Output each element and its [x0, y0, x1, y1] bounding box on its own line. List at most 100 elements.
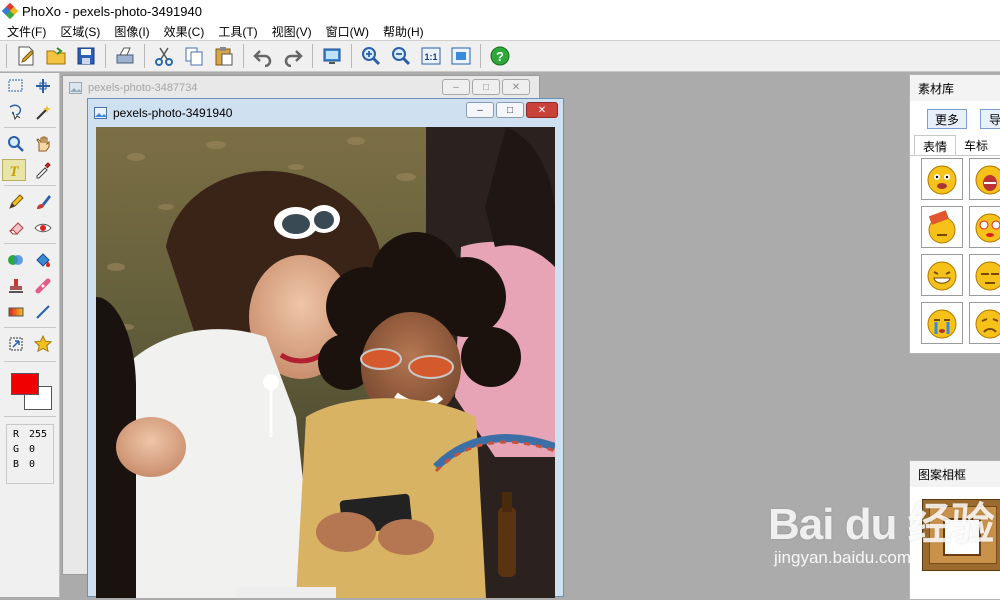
tab-divider — [910, 155, 1000, 156]
zoom-tool-icon[interactable] — [4, 133, 28, 155]
line-tool-icon[interactable] — [31, 301, 55, 323]
new-file-icon[interactable] — [13, 43, 39, 69]
sleepy-emoticon-icon[interactable] — [969, 254, 1000, 296]
panel-title: 素材库 — [910, 75, 1000, 101]
transform-icon[interactable] — [4, 333, 28, 355]
svg-text:?: ? — [496, 49, 504, 64]
menu-window[interactable]: 窗口(W) — [319, 23, 376, 40]
photo-image — [96, 127, 555, 598]
title-bar: PhoXo - pexels-photo-3491940 — [0, 0, 1000, 22]
menu-effect[interactable]: 效果(C) — [157, 23, 212, 40]
heal-icon[interactable] — [31, 275, 55, 297]
redo-icon[interactable] — [280, 43, 306, 69]
magic-wand-icon[interactable] — [31, 101, 55, 123]
paste-icon[interactable] — [211, 43, 237, 69]
palette-separator — [4, 361, 56, 362]
menu-region[interactable]: 区域(S) — [53, 23, 107, 40]
cut-icon[interactable] — [151, 43, 177, 69]
eraser-icon[interactable] — [4, 217, 28, 239]
shape-star-icon[interactable] — [31, 333, 55, 355]
screen-capture-icon[interactable] — [319, 43, 345, 69]
window-controls: – □ ✕ — [464, 102, 558, 118]
toolbar-separator — [243, 44, 244, 68]
more-button[interactable]: 更多 — [927, 109, 967, 129]
lasso-select-icon[interactable] — [4, 101, 28, 123]
main-toolbar: 1:1 ? — [0, 41, 1000, 72]
stamp-clone-icon[interactable] — [4, 275, 28, 297]
close-button[interactable]: ✕ — [502, 79, 530, 95]
laugh-emoticon-icon[interactable] — [921, 254, 963, 296]
fit-window-icon[interactable] — [448, 43, 474, 69]
pencil-icon[interactable] — [4, 191, 28, 213]
window-controls: – □ ✕ — [440, 79, 530, 95]
red-eye-icon[interactable] — [31, 217, 55, 239]
actual-size-label: 1:1 — [424, 52, 437, 62]
image-doc-icon — [94, 107, 107, 119]
zoom-out-icon[interactable] — [388, 43, 414, 69]
hammer-emoticon-icon[interactable] — [921, 206, 963, 248]
foreground-color-swatch[interactable] — [11, 373, 39, 395]
text-tool-icon[interactable]: T — [2, 159, 26, 181]
undo-icon[interactable] — [250, 43, 276, 69]
menu-file[interactable]: 文件(F) — [0, 23, 53, 40]
baidu-logo: Bai du 经验 — [768, 500, 995, 549]
sad-emoticon-icon[interactable] — [969, 302, 1000, 344]
help-icon[interactable]: ? — [487, 43, 513, 69]
brush-icon[interactable] — [31, 191, 55, 213]
tool-palette: T R 255 G0 B0 — [0, 73, 60, 597]
rgb-r-value: 255 — [29, 429, 48, 440]
color-replace-icon[interactable] — [4, 249, 28, 271]
maximize-button[interactable]: □ — [496, 102, 524, 118]
palette-separator — [4, 416, 56, 417]
palette-separator — [4, 127, 56, 128]
image-doc-icon — [69, 82, 82, 94]
open-folder-icon[interactable] — [43, 43, 69, 69]
actual-size-icon[interactable]: 1:1 — [418, 43, 444, 69]
watermark-url: jingyan.baidu.com — [774, 548, 912, 567]
scan-icon[interactable] — [112, 43, 138, 69]
palette-separator — [4, 243, 56, 244]
toolbar-separator — [351, 44, 352, 68]
rgb-b-label: B — [13, 459, 20, 470]
maximize-button[interactable]: □ — [472, 79, 500, 95]
save-icon[interactable] — [73, 43, 99, 69]
gradient-icon[interactable] — [4, 301, 28, 323]
crying-emoticon-icon[interactable] — [921, 302, 963, 344]
grin-emoticon-icon[interactable] — [921, 158, 963, 200]
toolbar-grip — [6, 44, 7, 68]
image-canvas[interactable] — [96, 127, 555, 598]
eyedropper-icon[interactable] — [31, 159, 55, 181]
minimize-button[interactable]: – — [442, 79, 470, 95]
toolbar-separator — [144, 44, 145, 68]
minimize-button[interactable]: – — [466, 102, 494, 118]
rect-select-icon[interactable] — [4, 75, 28, 97]
window-title: PhoXo - pexels-photo-3491940 — [22, 3, 202, 19]
tab-emoticons[interactable]: 表情 — [914, 135, 957, 156]
menu-image[interactable]: 图像(I) — [107, 23, 156, 40]
toolbar-separator — [312, 44, 313, 68]
material-library-panel: 素材库 更多 导 表情 车标 — [909, 74, 1000, 354]
copy-icon[interactable] — [181, 43, 207, 69]
fill-bucket-icon[interactable] — [31, 249, 55, 271]
shout-emoticon-icon[interactable] — [969, 158, 1000, 200]
svg-text:T: T — [9, 164, 19, 179]
close-button[interactable]: ✕ — [526, 102, 558, 118]
rgb-r-label: R — [13, 429, 20, 440]
menu-view[interactable]: 视图(V) — [265, 23, 319, 40]
zoom-in-icon[interactable] — [358, 43, 384, 69]
rgb-b-value: 0 — [29, 459, 36, 470]
move-icon[interactable] — [31, 75, 55, 97]
dizzy-emoticon-icon[interactable] — [969, 206, 1000, 248]
palette-separator — [4, 327, 56, 328]
toolbar-separator — [105, 44, 106, 68]
panel-title: 图案相框 — [910, 461, 1000, 487]
phoxo-logo-icon — [1, 2, 19, 20]
menu-bar: 文件(F) 区域(S) 图像(I) 效果(C) 工具(T) 视图(V) 窗口(W… — [0, 22, 1000, 41]
tab-car-logos[interactable]: 车标 — [956, 135, 996, 155]
hand-pan-icon[interactable] — [31, 133, 55, 155]
import-button[interactable]: 导 — [980, 109, 1000, 129]
menu-tools[interactable]: 工具(T) — [211, 23, 264, 40]
rgb-readout: R 255 G0 B0 — [6, 424, 54, 484]
document-window-active[interactable]: pexels-photo-3491940 – □ ✕ — [87, 98, 564, 598]
menu-help[interactable]: 帮助(H) — [376, 23, 431, 40]
